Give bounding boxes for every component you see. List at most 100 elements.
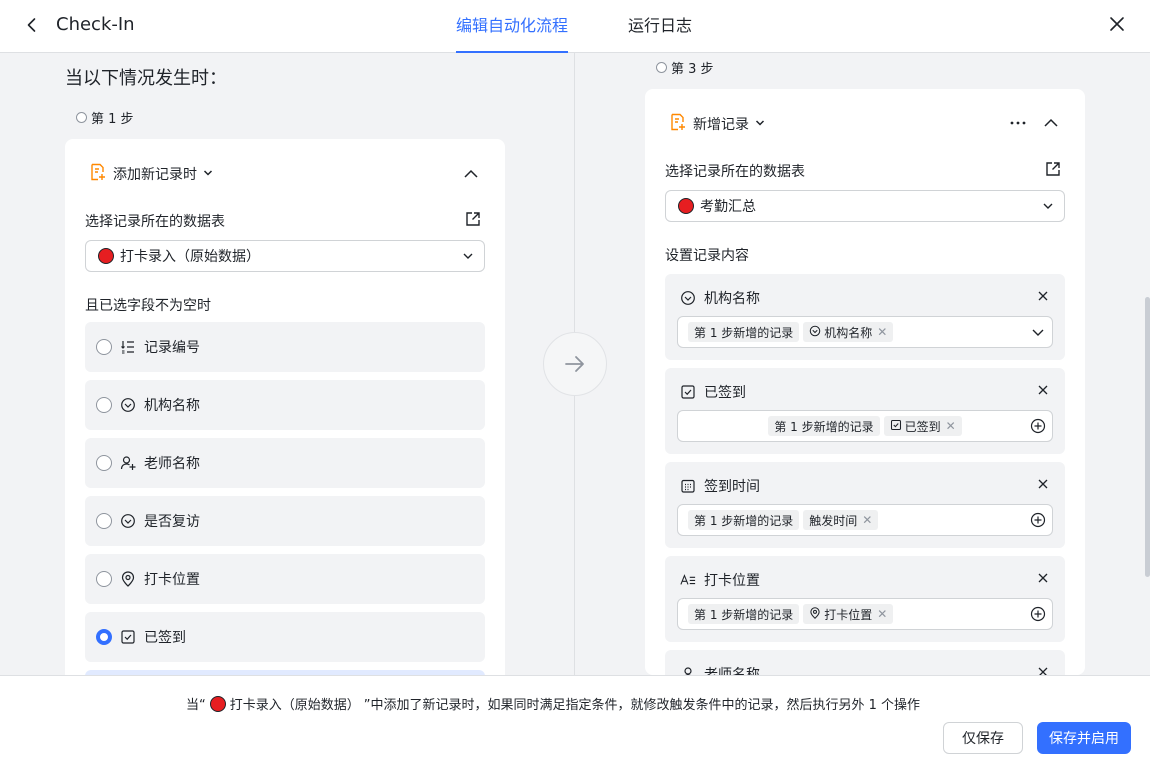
person-icon xyxy=(680,666,696,675)
content-label: 设置记录内容 xyxy=(665,248,749,264)
value-chip: 已签到 ✕ xyxy=(883,416,962,436)
radio-button[interactable] xyxy=(96,571,112,587)
record-field-title: 打卡位置 xyxy=(704,573,760,589)
add-circle-icon[interactable] xyxy=(1030,512,1046,528)
value-chip: 机构名称 ✕ xyxy=(803,322,894,342)
chevron-down-icon xyxy=(755,116,765,132)
add-circle-icon[interactable] xyxy=(1030,418,1046,434)
step-3-label: 第 3 步 xyxy=(656,58,714,77)
record-field-checkin-time: 签到时间 第 1 步新增的记录 触发时间 ✕ xyxy=(665,462,1065,548)
source-chip: 第 1 步新增的记录 xyxy=(688,510,800,530)
record-field-value-input[interactable]: 第 1 步新增的记录 触发时间 ✕ xyxy=(677,504,1053,536)
chevron-down-icon xyxy=(1042,200,1054,216)
chevron-down-icon xyxy=(462,250,474,266)
record-field-title: 签到时间 xyxy=(704,479,760,495)
record-field-value-input[interactable]: 第 1 步新增的记录 机构名称 ✕ xyxy=(677,316,1053,348)
trigger-table-select[interactable]: 打卡录入（原始数据） xyxy=(85,240,485,272)
single-select-icon xyxy=(120,513,136,529)
record-field-org-name: 机构名称 第 1 步新增的记录 机构名称 ✕ xyxy=(665,274,1065,360)
source-chip: 第 1 步新增的记录 xyxy=(768,416,880,436)
tab-run-log[interactable]: 运行日志 xyxy=(628,12,692,53)
table-label: 选择记录所在的数据表 xyxy=(665,164,805,180)
value-chip: 触发时间 ✕ xyxy=(803,510,879,530)
record-field-title: 机构名称 xyxy=(704,291,760,307)
radio-button[interactable] xyxy=(96,513,112,529)
checkbox-icon xyxy=(890,419,902,434)
remove-field-icon[interactable] xyxy=(1037,572,1049,588)
add-record-icon xyxy=(669,113,687,135)
remove-field-icon[interactable] xyxy=(1037,666,1049,675)
top-bar: Check-In 编辑自动化流程 运行日志 xyxy=(0,0,1150,53)
footer-bar: 当“ 打卡录入（原始数据） ”中添加了新记录时，如果同时满足指定条件，就修改触发… xyxy=(0,675,1150,764)
source-chip: 第 1 步新增的记录 xyxy=(688,322,800,342)
record-field-teacher-name: 老师名称 xyxy=(665,650,1065,675)
flow-arrow-icon xyxy=(543,332,607,396)
remove-field-icon[interactable] xyxy=(1037,478,1049,494)
location-icon xyxy=(809,606,821,622)
trigger-type-selector[interactable]: 添加新记录时 xyxy=(89,163,213,185)
checkbox-icon xyxy=(120,629,136,645)
value-chip: 打卡位置 ✕ xyxy=(803,604,894,624)
single-select-icon xyxy=(120,397,136,413)
save-and-enable-button[interactable]: 保存并启用 xyxy=(1037,722,1131,754)
collapse-chevron-up-icon[interactable] xyxy=(463,166,479,186)
table-label: 选择记录所在的数据表 xyxy=(85,214,225,230)
condition-label: 且已选字段不为空时 xyxy=(85,298,211,314)
more-options-icon[interactable] xyxy=(1009,115,1027,135)
step-node-icon xyxy=(656,62,667,73)
remove-field-icon[interactable] xyxy=(1037,290,1049,306)
radio-button[interactable] xyxy=(96,339,112,355)
close-icon[interactable] xyxy=(1104,11,1130,37)
record-field-value-input[interactable]: 第 1 步新增的记录 已签到 ✕ xyxy=(677,410,1053,442)
open-external-icon[interactable] xyxy=(465,211,481,231)
record-field-signed-in: 已签到 第 1 步新增的记录 已签到 ✕ xyxy=(665,368,1065,454)
remove-field-icon[interactable] xyxy=(1037,384,1049,400)
field-option-teacher-name[interactable]: 老师名称 xyxy=(85,438,485,488)
person-icon xyxy=(120,455,136,471)
scrollbar[interactable] xyxy=(1145,297,1150,577)
record-field-value-input[interactable]: 第 1 步新增的记录 打卡位置 ✕ xyxy=(677,598,1053,630)
field-option-revisit[interactable]: 是否复访 xyxy=(85,496,485,546)
action-card: 新增记录 选择记录所在的数据表 考勤汇总 设置记录内容 机构名称 第 1 步新增… xyxy=(645,89,1085,675)
back-arrow-icon[interactable] xyxy=(20,13,44,37)
record-field-title: 已签到 xyxy=(704,385,746,401)
record-field-title: 老师名称 xyxy=(704,667,760,675)
source-chip: 第 1 步新增的记录 xyxy=(688,604,800,624)
table-color-dot xyxy=(98,248,114,264)
chevron-down-icon[interactable] xyxy=(1030,324,1046,340)
single-select-icon xyxy=(680,290,696,306)
text-icon xyxy=(680,572,696,588)
radio-button-selected[interactable] xyxy=(96,629,112,645)
save-button[interactable]: 仅保存 xyxy=(943,722,1023,754)
tab-edit-workflow[interactable]: 编辑自动化流程 xyxy=(456,12,569,53)
single-select-icon xyxy=(809,325,821,340)
field-option-record-number[interactable]: 记录编号 xyxy=(85,322,485,372)
radio-button[interactable] xyxy=(96,397,112,413)
collapse-chevron-up-icon[interactable] xyxy=(1043,115,1059,135)
table-color-dot xyxy=(209,695,226,712)
radio-button[interactable] xyxy=(96,455,112,471)
when-title: 当以下情况发生时： xyxy=(65,68,227,89)
checkbox-icon xyxy=(680,384,696,400)
chevron-down-icon xyxy=(203,166,213,182)
add-record-icon xyxy=(89,163,107,185)
field-option-checkin-location[interactable]: 打卡位置 xyxy=(85,554,485,604)
autonumber-icon xyxy=(120,339,136,355)
chip-remove-icon[interactable]: ✕ xyxy=(877,607,887,621)
calendar-icon xyxy=(680,478,696,494)
chip-remove-icon[interactable]: ✕ xyxy=(946,419,956,433)
app-title: Check-In xyxy=(56,14,135,35)
action-table-select[interactable]: 考勤汇总 xyxy=(665,190,1065,222)
chip-remove-icon[interactable]: ✕ xyxy=(877,325,887,339)
chip-remove-icon[interactable]: ✕ xyxy=(862,513,872,527)
action-type-selector[interactable]: 新增记录 xyxy=(669,113,765,135)
open-external-icon[interactable] xyxy=(1045,161,1061,181)
record-field-checkin-location: 打卡位置 第 1 步新增的记录 打卡位置 ✕ xyxy=(665,556,1065,642)
table-color-dot xyxy=(678,198,694,214)
field-option-signed-in[interactable]: 已签到 xyxy=(85,612,485,662)
location-icon xyxy=(120,571,136,587)
add-circle-icon[interactable] xyxy=(1030,606,1046,622)
field-option-org-name[interactable]: 机构名称 xyxy=(85,380,485,430)
workflow-summary: 当“ 打卡录入（原始数据） ”中添加了新记录时，如果同时满足指定条件，就修改触发… xyxy=(186,694,920,713)
trigger-card: 添加新记录时 选择记录所在的数据表 打卡录入（原始数据） 且已选字段不为空时 记… xyxy=(65,139,505,699)
